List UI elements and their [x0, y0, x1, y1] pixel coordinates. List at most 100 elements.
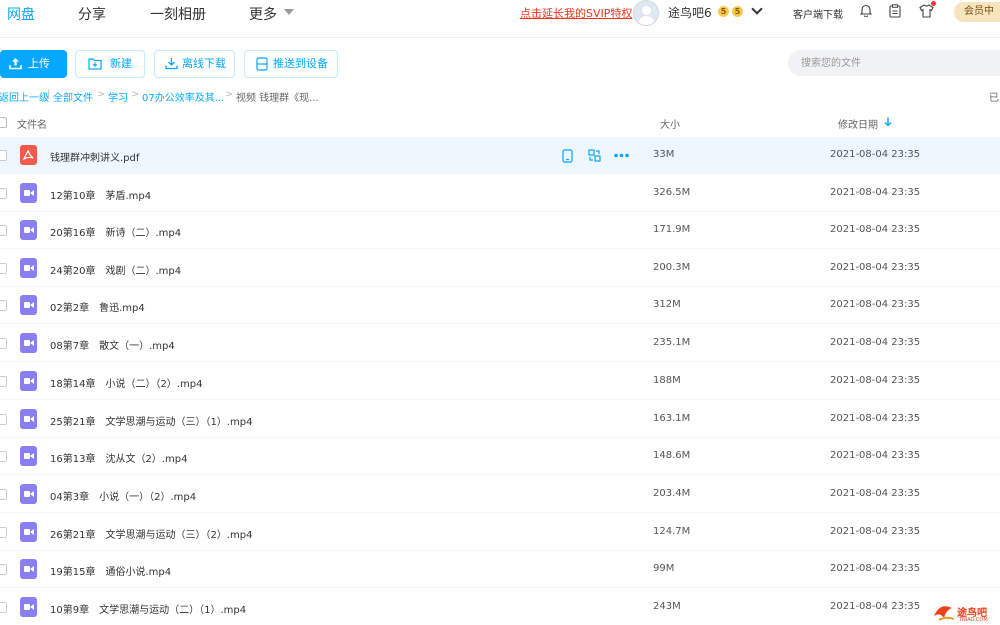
column-header-size[interactable]: 大小: [660, 116, 680, 131]
row-checkbox[interactable]: [0, 338, 7, 349]
share-link-icon[interactable]: [588, 149, 601, 162]
new-button[interactable]: 新建: [75, 50, 145, 78]
row-checkbox[interactable]: [0, 263, 7, 274]
table-row[interactable]: 12第10章 茅盾.mp4 326.5M 2021-08-04 23:35: [0, 175, 1000, 212]
breadcrumb-separator: >: [131, 89, 140, 100]
file-name[interactable]: 10第9章 文学思潮与运动（二）（1）.mp4: [50, 601, 246, 616]
breadcrumb-study[interactable]: 学习: [108, 89, 128, 104]
breadcrumb-separator: >: [225, 89, 234, 100]
video-file-icon: [20, 559, 37, 579]
chevron-down-icon[interactable]: [751, 3, 763, 15]
breadcrumb-folder[interactable]: 07办公效率及其...: [142, 89, 224, 104]
file-name[interactable]: 20第16章 新诗（二）.mp4: [50, 224, 181, 239]
download-icon: [165, 58, 178, 70]
file-name[interactable]: 24第20章 戏剧（二）.mp4: [50, 262, 181, 277]
avatar[interactable]: [633, 0, 659, 26]
table-row[interactable]: 钱理群冲刺讲义.pdf 33M 2021-08-04 23:35: [0, 137, 1000, 174]
file-date: 2021-08-04 23:35: [830, 337, 921, 348]
tab-more[interactable]: 更多: [249, 4, 277, 24]
file-date: 2021-08-04 23:35: [830, 450, 921, 461]
file-name[interactable]: 26第21章 文学思潮与运动（三）（2）.mp4: [50, 526, 252, 541]
column-header-date[interactable]: 修改日期: [838, 116, 878, 131]
table-row[interactable]: 10第9章 文学思潮与运动（二）（1）.mp4 243M 2021-08-04 …: [0, 589, 1000, 625]
member-center-button[interactable]: 会员中: [954, 2, 1000, 22]
clipboard-icon[interactable]: [889, 4, 901, 18]
table-row[interactable]: 04第3章 小说（一）（2）.mp4 203.4M 2021-08-04 23:…: [0, 476, 1000, 513]
file-date: 2021-08-04 23:35: [830, 563, 921, 574]
file-size: 235.1M: [653, 337, 691, 348]
tab-netdisk[interactable]: 网盘: [7, 4, 35, 24]
more-options-icon[interactable]: [614, 153, 629, 158]
file-size: 124.7M: [653, 526, 691, 537]
row-checkbox[interactable]: [0, 602, 7, 613]
file-name[interactable]: 02第2章 鲁迅.mp4: [50, 299, 145, 314]
select-all-checkbox[interactable]: [0, 117, 7, 128]
new-label: 新建: [110, 57, 132, 70]
file-date: 2021-08-04 23:35: [830, 375, 921, 386]
row-checkbox[interactable]: [0, 489, 7, 500]
table-row[interactable]: 18第14章 小说（二）（2）.mp4 188M 2021-08-04 23:3…: [0, 363, 1000, 400]
tab-share[interactable]: 分享: [78, 4, 106, 24]
svip-extend-link[interactable]: 点击延长我的SVIP特权: [520, 5, 632, 21]
file-name[interactable]: 18第14章 小说（二）（2）.mp4: [50, 375, 202, 390]
row-checkbox[interactable]: [0, 225, 7, 236]
offline-download-label: 离线下载: [182, 57, 226, 70]
table-row[interactable]: 19第15章 通俗小说.mp4 99M 2021-08-04 23:35: [0, 551, 1000, 588]
row-checkbox[interactable]: [0, 188, 7, 199]
offline-download-button[interactable]: 离线下载: [154, 50, 235, 78]
more-caret-icon[interactable]: [284, 9, 294, 15]
row-checkbox[interactable]: [0, 414, 7, 425]
row-checkbox[interactable]: [0, 150, 7, 161]
breadcrumb-all-files[interactable]: 全部文件: [53, 89, 93, 104]
file-date: 2021-08-04 23:35: [830, 601, 921, 612]
breadcrumb-back[interactable]: 返回上一级: [0, 89, 49, 104]
file-size: 33M: [653, 149, 675, 160]
file-name[interactable]: 12第10章 茅盾.mp4: [50, 187, 151, 202]
pdf-file-icon: [20, 145, 37, 165]
bell-icon[interactable]: [860, 4, 872, 17]
table-row[interactable]: 24第20章 戏剧（二）.mp4 200.3M 2021-08-04 23:35: [0, 250, 1000, 287]
watermark-subtext: TNIAO.COM: [959, 617, 988, 623]
file-date: 2021-08-04 23:35: [830, 526, 921, 537]
video-file-icon: [20, 333, 37, 353]
upload-button[interactable]: 上传: [0, 50, 67, 78]
file-name[interactable]: 08第7章 散文（一）.mp4: [50, 337, 175, 352]
tab-album[interactable]: 一刻相册: [150, 4, 206, 24]
table-row[interactable]: 02第2章 鲁迅.mp4 312M 2021-08-04 23:35: [0, 287, 1000, 324]
row-checkbox[interactable]: [0, 564, 7, 575]
username[interactable]: 途鸟吧6: [668, 4, 712, 21]
client-download-link[interactable]: 客户端下载: [793, 6, 843, 21]
search-input[interactable]: [788, 50, 1000, 76]
file-size: 200.3M: [653, 262, 691, 273]
table-row[interactable]: 25第21章 文学思潮与运动（三）（1）.mp4 163.1M 2021-08-…: [0, 401, 1000, 438]
file-date: 2021-08-04 23:35: [830, 488, 921, 499]
row-checkbox[interactable]: [0, 300, 7, 311]
row-checkbox[interactable]: [0, 376, 7, 387]
file-size: 148.6M: [653, 450, 691, 461]
file-size: 243M: [653, 601, 681, 612]
table-row[interactable]: 20第16章 新诗（二）.mp4 171.9M 2021-08-04 23:35: [0, 212, 1000, 249]
upload-label: 上传: [28, 57, 50, 70]
column-header-name[interactable]: 文件名: [17, 116, 47, 131]
file-date: 2021-08-04 23:35: [830, 413, 921, 424]
push-to-device-button[interactable]: 推送到设备: [244, 50, 338, 78]
row-checkbox[interactable]: [0, 527, 7, 538]
file-name[interactable]: 04第3章 小说（一）（2）.mp4: [50, 488, 196, 503]
send-to-device-icon[interactable]: [562, 149, 573, 163]
file-name[interactable]: 25第21章 文学思潮与运动（三）（1）.mp4: [50, 413, 252, 428]
row-checkbox[interactable]: [0, 451, 7, 462]
loaded-count-text: 已: [989, 93, 999, 104]
file-size: 171.9M: [653, 224, 691, 235]
file-name[interactable]: 钱理群冲刺讲义.pdf: [50, 149, 139, 164]
file-name[interactable]: 19第15章 通俗小说.mp4: [50, 563, 171, 578]
file-name[interactable]: 16第13章 沈从文（2）.mp4: [50, 450, 187, 465]
skin-shirt-icon[interactable]: [919, 4, 934, 18]
file-date: 2021-08-04 23:35: [830, 299, 921, 310]
sort-down-icon[interactable]: [884, 117, 892, 127]
breadcrumb-separator: |: [47, 89, 51, 100]
upload-icon: [9, 58, 22, 70]
table-row[interactable]: 26第21章 文学思潮与运动（三）（2）.mp4 124.7M 2021-08-…: [0, 514, 1000, 551]
table-row[interactable]: 16第13章 沈从文（2）.mp4 148.6M 2021-08-04 23:3…: [0, 438, 1000, 475]
breadcrumb-separator: >: [97, 89, 106, 100]
table-row[interactable]: 08第7章 散文（一）.mp4 235.1M 2021-08-04 23:35: [0, 325, 1000, 362]
